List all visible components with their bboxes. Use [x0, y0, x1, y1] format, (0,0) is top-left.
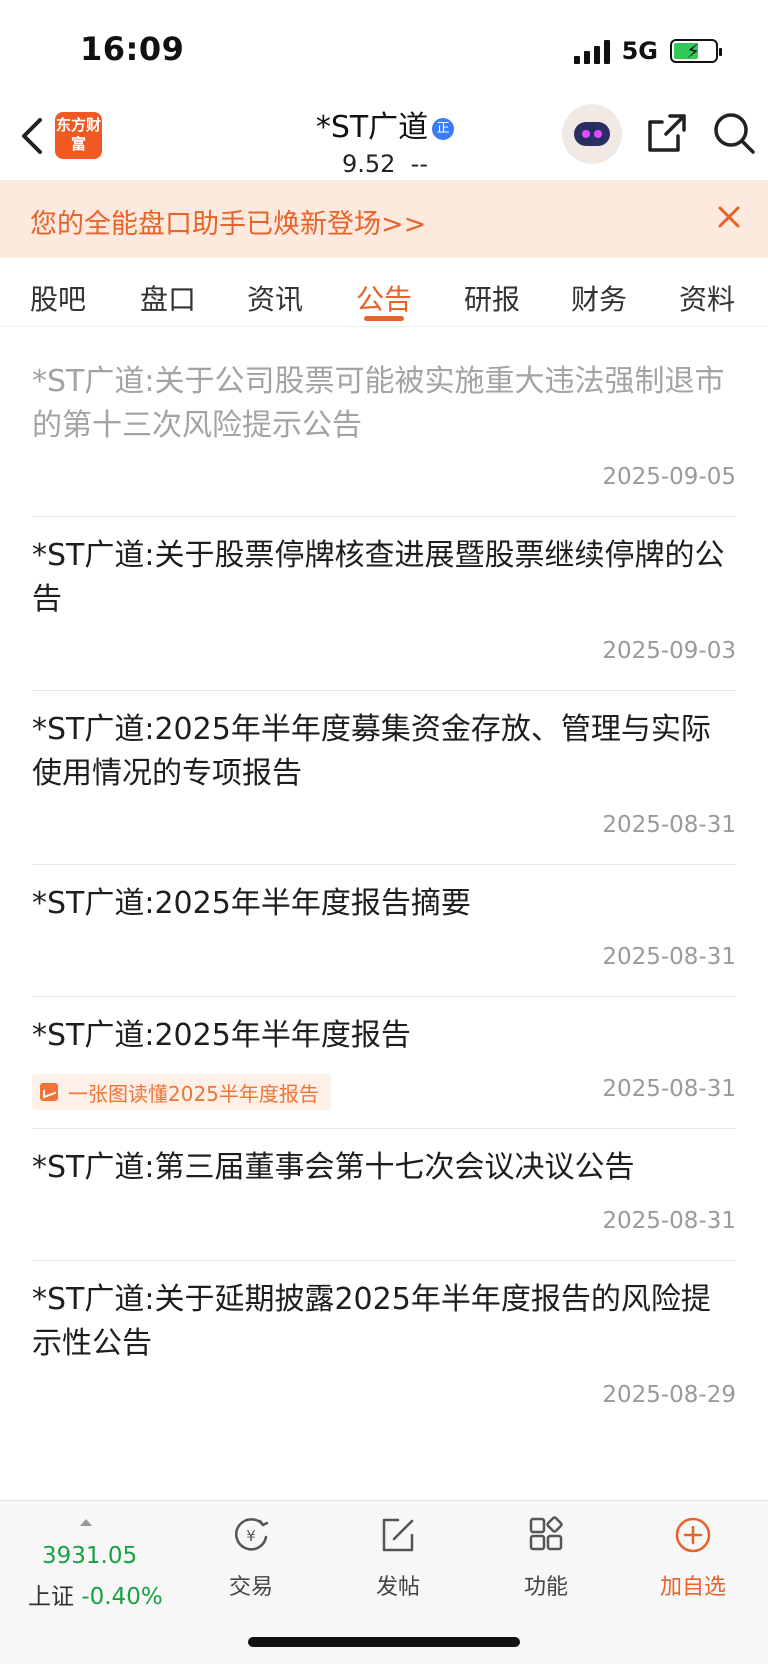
- index-value: 3931.05: [42, 1543, 138, 1569]
- assistant-avatar-icon[interactable]: [562, 104, 622, 164]
- home-indicator[interactable]: [248, 1637, 520, 1647]
- assistant-banner[interactable]: 您的全能盘口助手已焕新登场>>: [0, 180, 768, 258]
- stock-title: *ST广道正 9.52 --: [220, 102, 550, 178]
- tab-guba[interactable]: 股吧: [30, 278, 86, 318]
- divider: [32, 1128, 736, 1129]
- expand-up-icon: [80, 1519, 92, 1526]
- chart-icon: [40, 1083, 58, 1101]
- banner-text[interactable]: 您的全能盘口助手已焕新登场>>: [30, 202, 426, 241]
- summary-tag-label: 一张图读懂2025半年度报告: [68, 1081, 319, 1106]
- announcement-date: 2025-08-31: [602, 812, 736, 838]
- functions-label: 功能: [523, 1575, 568, 1600]
- announcement-title[interactable]: *ST广道:2025年半年度募集资金存放、管理与实际使用情况的专项报告: [32, 708, 737, 796]
- status-indicators: 5G ⚡: [573, 36, 722, 66]
- zheng-badge-icon: 正: [432, 117, 455, 140]
- announcement-date: 2025-09-05: [602, 464, 736, 490]
- stock-header: 东方财富 *ST广道正 9.52 --: [0, 100, 768, 180]
- svg-text:¥: ¥: [246, 1527, 256, 1545]
- announcement-date: 2025-08-31: [602, 1208, 736, 1234]
- close-icon[interactable]: [714, 202, 744, 232]
- index-change: -0.40%: [81, 1584, 163, 1610]
- grid-icon: [529, 1516, 563, 1551]
- tab-news[interactable]: 资讯: [247, 278, 303, 318]
- announcement-title[interactable]: *ST广道:第三届董事会第十七次会议决议公告: [32, 1146, 737, 1190]
- divider: [32, 996, 736, 997]
- active-tab-indicator: [364, 316, 404, 321]
- announcement-title[interactable]: *ST广道:关于股票停牌核查进展暨股票继续停牌的公告: [32, 534, 737, 622]
- tab-finance[interactable]: 财务: [571, 278, 627, 318]
- summary-tag[interactable]: 一张图读懂2025半年度报告: [32, 1074, 331, 1110]
- announcement-title[interactable]: *ST广道:2025年半年度报告: [32, 1014, 737, 1058]
- stock-tabs: 股吧 盘口 资讯 公告 研报 财务 资料: [0, 258, 768, 327]
- trade-label: 交易: [228, 1575, 273, 1600]
- tab-research[interactable]: 研报: [464, 278, 520, 318]
- announcement-title[interactable]: *ST广道:2025年半年度报告摘要: [32, 882, 737, 926]
- app-logo[interactable]: 东方财富: [55, 112, 102, 159]
- yen-circle-icon: ¥: [235, 1518, 269, 1551]
- network-label: 5G: [621, 37, 658, 65]
- announcement-date: 2025-08-31: [602, 944, 736, 970]
- tab-profile[interactable]: 资料: [679, 278, 735, 318]
- announcement-title[interactable]: *ST广道:关于公司股票可能被实施重大违法强制退市的第十三次风险提示公告: [32, 360, 737, 448]
- stock-price: 9.52 --: [341, 150, 428, 178]
- announcement-date: 2025-08-29: [602, 1382, 736, 1408]
- trade-button[interactable]: ¥ 交易: [196, 1515, 306, 1601]
- edit-icon: [382, 1518, 414, 1552]
- divider: [32, 864, 736, 865]
- share-icon[interactable]: [644, 110, 690, 156]
- divider: [32, 690, 736, 691]
- tab-pankou[interactable]: 盘口: [140, 278, 196, 318]
- stock-name: *ST广道: [315, 110, 429, 145]
- post-button[interactable]: 发帖: [343, 1515, 453, 1601]
- announcement-date: 2025-09-03: [602, 638, 736, 664]
- plus-circle-icon: [675, 1517, 711, 1553]
- divider: [32, 516, 736, 517]
- divider: [32, 1260, 736, 1261]
- functions-button[interactable]: 功能: [491, 1515, 601, 1601]
- index-name: 上证: [28, 1584, 74, 1610]
- add-watchlist-label: 加自选: [659, 1575, 726, 1600]
- status-time: 16:09: [80, 30, 185, 68]
- announcement-date: 2025-08-31: [602, 1076, 736, 1102]
- tab-announcements[interactable]: 公告: [356, 278, 412, 318]
- announcement-title[interactable]: *ST广道:关于延期披露2025年半年度报告的风险提示性公告: [32, 1278, 737, 1366]
- search-icon[interactable]: [711, 110, 757, 156]
- status-bar: 16:09 5G ⚡: [0, 0, 768, 100]
- add-watchlist-button[interactable]: 加自选: [638, 1515, 748, 1601]
- post-label: 发帖: [375, 1575, 420, 1600]
- battery-icon: ⚡: [670, 39, 722, 63]
- back-icon[interactable]: [18, 116, 48, 156]
- signal-icon: [573, 38, 610, 64]
